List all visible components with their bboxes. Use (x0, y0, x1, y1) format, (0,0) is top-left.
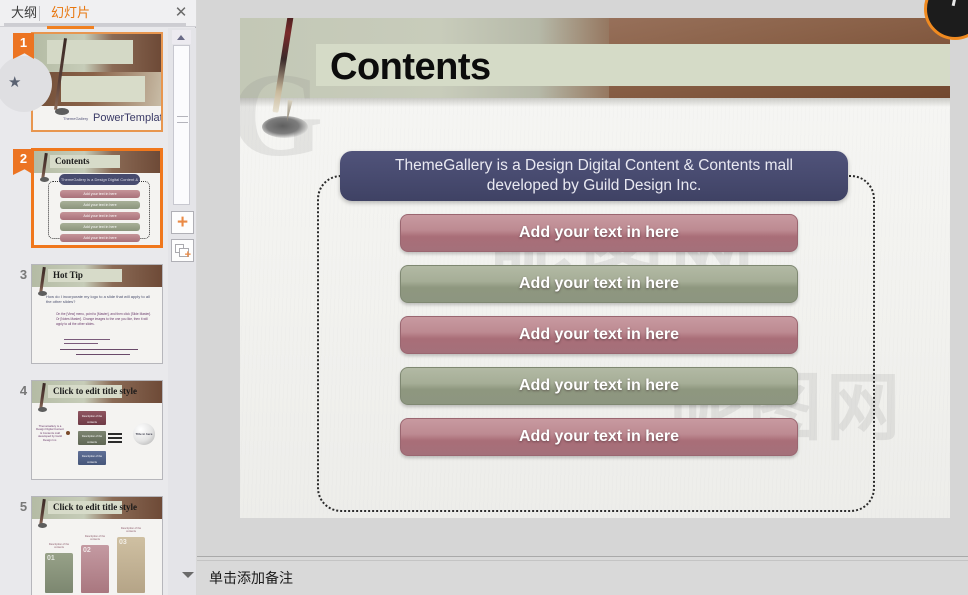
content-bar-4[interactable]: Add your text in here (400, 367, 798, 405)
content-bar-label: Add your text in here (518, 428, 680, 445)
thumb-column-caption: Description of the contents (48, 543, 70, 549)
duplicate-slide-button[interactable]: + (171, 239, 194, 262)
thumb-arrow (108, 437, 122, 439)
list-item[interactable]: 2 Contents ThemeGallery is a Design Digi… (0, 144, 166, 260)
duplicate-icon: + (175, 243, 191, 260)
content-bar-2[interactable]: Add your text in here (400, 265, 798, 303)
scroll-up-button[interactable] (172, 30, 191, 44)
thumb-column: 02 (81, 545, 109, 593)
thumb-title: Hot Tip (53, 270, 83, 280)
thumb-column: 01 (45, 553, 73, 593)
slide-number-badge: 2 (13, 149, 34, 175)
notes-placeholder[interactable]: 单击添加备注 (209, 568, 293, 588)
thumb-banner: ThemeGallery is a Design Digital Content… (59, 174, 140, 185)
panel-tabbar: 大纲 幻灯片 ✕ (0, 0, 196, 29)
content-bar-label: Add your text in here (518, 275, 680, 292)
thumb-box: Description of the contents (78, 431, 106, 445)
content-bar-label: Add your text in here (518, 377, 680, 394)
thumb-title: Click to edit title style (53, 502, 137, 512)
thumb-rule (64, 343, 98, 344)
notes-pane[interactable]: 单击添加备注 (197, 556, 968, 595)
ink-blot-icon (38, 523, 47, 528)
tab-slides[interactable]: 幻灯片 (46, 3, 95, 29)
slide-thumbnail-2[interactable]: Contents ThemeGallery is a Design Digita… (31, 148, 163, 248)
thumb-column: 03 (117, 537, 145, 593)
content-bar-label: Add your text in here (518, 224, 680, 241)
thumb-bullet-1: How do I incorporate my logo to a slide … (46, 294, 150, 304)
thumb-rule (64, 339, 110, 340)
thumb-brand-small: ThemeGallery (63, 116, 89, 121)
thumb-rule (76, 354, 130, 355)
description-banner-text: ThemeGallery is a Design Digital Content… (394, 157, 793, 194)
thumb-circle: Title in here (133, 423, 155, 445)
description-banner[interactable]: ThemeGallery is a Design Digital Content… (340, 151, 848, 201)
list-item[interactable]: 3 Hot Tip How do I incorporate my logo t… (0, 260, 166, 376)
close-icon[interactable]: ✕ (173, 5, 189, 21)
plus-icon: + (176, 212, 189, 233)
thumb-bullet-2: On the [View] menu, point to [Master], a… (56, 312, 152, 326)
thumb-arrow (108, 441, 122, 443)
list-item[interactable]: 4 Click to edit title style ThemeGallery… (0, 376, 166, 492)
content-bar-3[interactable]: Add your text in here (400, 316, 798, 354)
thumb-box: Description of the contents (78, 451, 106, 465)
slide-number-badge: 3 (19, 267, 28, 282)
thumb-rule (60, 349, 138, 350)
ink-blot-icon (38, 407, 47, 412)
content-bar-list[interactable]: Add your text in here Add your text in h… (400, 214, 798, 469)
slide-number-badge: 4 (19, 383, 28, 398)
thumb-hub-dot (66, 431, 70, 435)
thumb-arrow (108, 433, 122, 435)
animation-star-icon: ★ (8, 74, 22, 91)
thumb-subtitle-band (61, 76, 145, 102)
thumb-title: Contents (55, 156, 90, 166)
content-bar-5[interactable]: Add your text in here (400, 418, 798, 456)
notes-splitter[interactable] (197, 560, 968, 561)
slide-thumbnail-3[interactable]: Hot Tip How do I incorporate my logo to … (31, 264, 163, 364)
thumb-column-number: 01 (47, 555, 55, 562)
list-item[interactable]: 5 Click to edit title style Description … (0, 492, 166, 595)
content-bar-1[interactable]: Add your text in here (400, 214, 798, 252)
thumb-bar: Add your text in here (60, 212, 140, 220)
slide-thumbnail-list[interactable]: 1 ★ ThemeGallery PowerTemplate 2 Content… (0, 28, 166, 595)
content-bar-label: Add your text in here (518, 326, 680, 343)
thumb-box: Description of the contents (78, 411, 106, 425)
thumb-bar: Add your text in here (60, 201, 140, 209)
scrollbar-thumb[interactable] (177, 116, 188, 123)
scroll-down-icon[interactable] (182, 572, 194, 578)
ink-blot-icon (40, 177, 49, 182)
current-slide[interactable]: G 昵图网 昵图网 Contents ThemeGallery is a Des… (240, 18, 950, 518)
thumb-bar: Add your text in here (60, 223, 140, 231)
slide-thumbnail-5[interactable]: Click to edit title style Description of… (31, 496, 163, 595)
thumb-bar: Add your text in here (60, 234, 140, 242)
page-title[interactable]: Contents (330, 46, 491, 89)
slides-panel: 大纲 幻灯片 ✕ 1 ★ ThemeGallery PowerTemplate … (0, 0, 196, 595)
thumb-column-caption: Description of the contents (120, 527, 142, 533)
powerpoint-window: 大纲 幻灯片 ✕ 1 ★ ThemeGallery PowerTemplate … (0, 0, 968, 595)
header-shadow (240, 98, 950, 107)
slide-number-badge: 5 (19, 499, 28, 514)
add-slide-button[interactable]: + (171, 211, 194, 234)
thumb-title: Click to edit title style (53, 386, 137, 396)
thumb-column-number: 03 (119, 539, 127, 546)
thumb-brand-large: PowerTemplate (93, 112, 163, 124)
thumb-column-caption: Description of the contents (84, 535, 106, 541)
ink-blot-icon (55, 108, 69, 115)
thumb-left-text: ThemeGallery is a Design Digital Content… (36, 424, 64, 442)
slide-thumbnail-4[interactable]: Click to edit title style ThemeGallery i… (31, 380, 163, 480)
ink-blot-icon (262, 116, 308, 138)
panel-scroll-column: + + (168, 28, 196, 595)
slide-editor-stage[interactable]: G 昵图网 昵图网 Contents ThemeGallery is a Des… (197, 0, 968, 556)
list-item[interactable]: 1 ★ ThemeGallery PowerTemplate (0, 28, 166, 144)
scrollbar-track[interactable] (173, 45, 190, 205)
tab-outline[interactable]: 大纲 (6, 3, 42, 25)
thumb-bar: Add your text in here (60, 190, 140, 198)
tabbar-underline (4, 23, 186, 26)
thumb-column-number: 02 (83, 547, 91, 554)
tab-separator (39, 6, 40, 21)
